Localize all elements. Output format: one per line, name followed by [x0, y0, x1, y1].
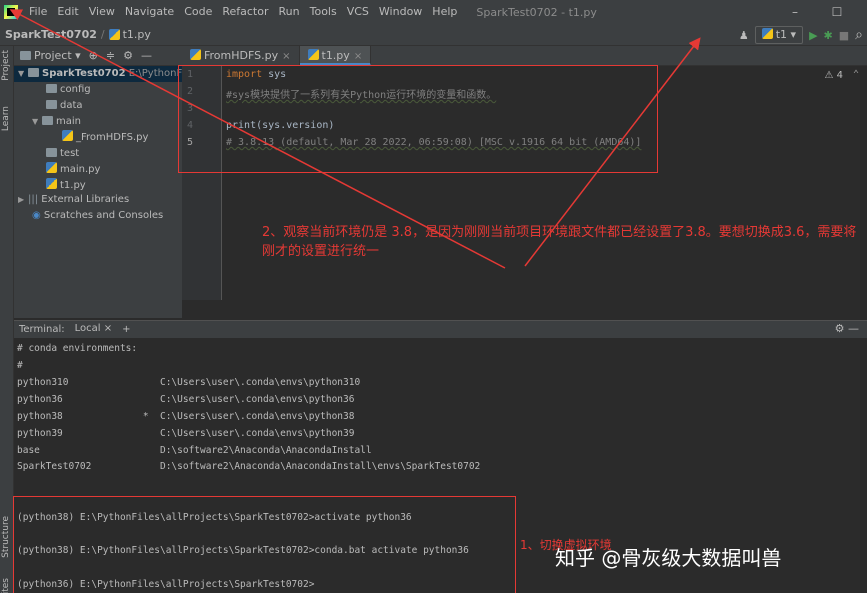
zhihu-watermark: 知乎 @骨灰级大数据叫兽 — [555, 546, 782, 570]
annotation-note-2: 2、观察当前环境仍是 3.8，是因为刚刚当前项目环境跟文件都已经设置了3.8。要… — [262, 225, 857, 259]
ide-window: File Edit View Navigate Code Refactor Ru… — [0, 0, 867, 593]
annotation-arrows — [9, 9, 701, 269]
